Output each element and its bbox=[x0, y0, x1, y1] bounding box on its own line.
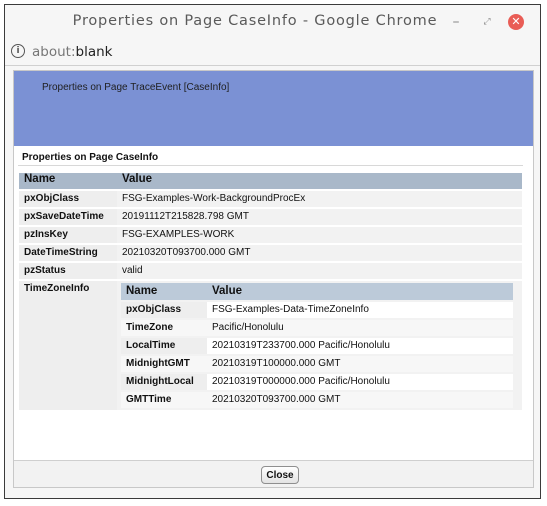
nested-property-name: MidnightLocal bbox=[121, 374, 207, 390]
nested-property-name: TimeZone bbox=[121, 320, 207, 336]
table-row-timezoneinfo: TimeZoneInfo Name Value pxObjClass FSG-E… bbox=[19, 281, 522, 410]
property-value: FSG-Examples-Work-BackgroundProcEx bbox=[117, 191, 522, 207]
nested-table-row: TimeZone Pacific/Honolulu bbox=[121, 320, 513, 336]
table-row: pzStatus valid bbox=[19, 263, 522, 279]
close-button[interactable]: Close bbox=[261, 466, 299, 484]
property-name: pzStatus bbox=[19, 263, 117, 279]
properties-header-row: Name Value bbox=[19, 173, 522, 189]
nested-table-row: LocalTime 20210319T233700.000 Pacific/Ho… bbox=[121, 338, 513, 354]
nested-table-row: MidnightGMT 20210319T100000.000 GMT bbox=[121, 356, 513, 372]
nested-property-value: 20210319T000000.000 Pacific/Honolulu bbox=[207, 374, 513, 390]
address-bar[interactable]: i about:blank bbox=[5, 39, 540, 66]
property-value: 20210320T093700.000 GMT bbox=[117, 245, 522, 261]
dialog-footer: Close bbox=[14, 460, 533, 487]
browser-window: Properties on Page CaseInfo - Google Chr… bbox=[4, 4, 541, 499]
maximize-icon[interactable]: ⤢ bbox=[479, 14, 495, 30]
table-row: pzInsKey FSG-EXAMPLES-WORK bbox=[19, 227, 522, 243]
nested-table-row: MidnightLocal 20210319T000000.000 Pacifi… bbox=[121, 374, 513, 390]
column-header-value: Value bbox=[117, 173, 522, 189]
property-value: FSG-EXAMPLES-WORK bbox=[117, 227, 522, 243]
properties-table: Name Value pxObjClass FSG-Examples-Work-… bbox=[19, 171, 522, 412]
url-path: blank bbox=[75, 44, 113, 60]
column-header-name: Name bbox=[19, 173, 117, 189]
property-name: pzInsKey bbox=[19, 227, 117, 243]
nested-column-header-name: Name bbox=[121, 283, 207, 300]
url-text[interactable]: about:blank bbox=[32, 44, 112, 60]
nested-property-name: pxObjClass bbox=[121, 302, 207, 318]
property-name: DateTimeString bbox=[19, 245, 117, 261]
page-banner: Properties on Page TraceEvent [CaseInfo] bbox=[14, 71, 533, 146]
nested-property-name: MidnightGMT bbox=[121, 356, 207, 372]
property-name: pxSaveDateTime bbox=[19, 209, 117, 225]
title-bar[interactable]: Properties on Page CaseInfo - Google Chr… bbox=[5, 5, 540, 39]
table-row: pxObjClass FSG-Examples-Work-BackgroundP… bbox=[19, 191, 522, 207]
close-window-icon[interactable]: ✕ bbox=[508, 14, 524, 30]
url-scheme: about: bbox=[32, 44, 76, 60]
property-value: valid bbox=[117, 263, 522, 279]
table-row: pxSaveDateTime 20191112T215828.798 GMT bbox=[19, 209, 522, 225]
minimize-icon[interactable]: – bbox=[448, 14, 464, 30]
nested-property-value: Pacific/Honolulu bbox=[207, 320, 513, 336]
page-content: Properties on Page TraceEvent [CaseInfo]… bbox=[13, 70, 534, 488]
window-title: Properties on Page CaseInfo - Google Chr… bbox=[72, 13, 438, 29]
section-title: Properties on Page CaseInfo bbox=[18, 149, 523, 166]
nested-property-value: FSG-Examples-Data-TimeZoneInfo bbox=[207, 302, 513, 318]
property-value-nested: Name Value pxObjClass FSG-Examples-Data-… bbox=[117, 281, 522, 410]
nested-property-name: GMTTime bbox=[121, 392, 207, 408]
nested-column-header-value: Value bbox=[207, 283, 513, 300]
nested-property-name: LocalTime bbox=[121, 338, 207, 354]
nested-property-value: 20210319T233700.000 Pacific/Honolulu bbox=[207, 338, 513, 354]
nested-property-value: 20210320T093700.000 GMT bbox=[207, 392, 513, 408]
property-name: TimeZoneInfo bbox=[19, 281, 117, 410]
info-icon[interactable]: i bbox=[11, 44, 25, 58]
nested-property-value: 20210319T100000.000 GMT bbox=[207, 356, 513, 372]
banner-text: Properties on Page TraceEvent [CaseInfo] bbox=[42, 82, 230, 93]
nested-table-row: pxObjClass FSG-Examples-Data-TimeZoneInf… bbox=[121, 302, 513, 318]
property-name: pxObjClass bbox=[19, 191, 117, 207]
timezone-info-table: Name Value pxObjClass FSG-Examples-Data-… bbox=[121, 281, 513, 410]
nested-header-row: Name Value bbox=[121, 283, 513, 300]
property-value: 20191112T215828.798 GMT bbox=[117, 209, 522, 225]
nested-table-row: GMTTime 20210320T093700.000 GMT bbox=[121, 392, 513, 408]
table-row: DateTimeString 20210320T093700.000 GMT bbox=[19, 245, 522, 261]
